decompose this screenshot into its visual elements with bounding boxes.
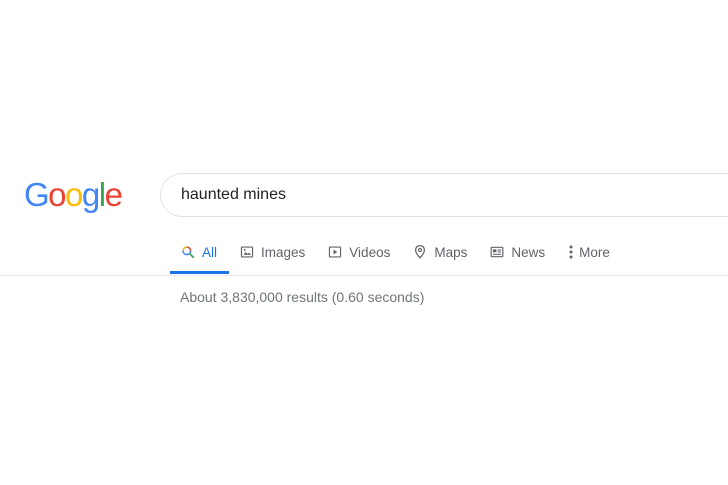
image-icon: [239, 244, 255, 260]
logo-letter: o: [65, 176, 83, 213]
search-results-page: Google All I: [0, 0, 728, 485]
video-icon: [327, 244, 343, 260]
logo-letter: G: [24, 176, 50, 213]
search-box[interactable]: [160, 173, 728, 217]
tab-videos-label: Videos: [349, 244, 391, 260]
tabs-divider: [0, 275, 728, 276]
google-logo[interactable]: Google: [24, 176, 123, 213]
tab-images[interactable]: Images: [229, 232, 317, 272]
more-vert-icon: [567, 244, 575, 260]
search-input[interactable]: [181, 174, 701, 216]
logo-letter: e: [104, 176, 123, 213]
map-pin-icon: [412, 244, 428, 260]
logo-letter: g: [81, 176, 100, 213]
logo-letter: o: [48, 176, 66, 213]
tab-images-label: Images: [261, 244, 306, 260]
tab-news[interactable]: News: [479, 232, 557, 272]
tab-maps[interactable]: Maps: [402, 232, 479, 272]
tab-videos[interactable]: Videos: [317, 232, 402, 272]
search-icon: [180, 244, 196, 260]
tab-maps-label: Maps: [434, 244, 468, 260]
news-icon: [489, 244, 505, 260]
tab-more-label: More: [579, 244, 610, 260]
tab-more[interactable]: More: [557, 232, 622, 272]
tab-news-label: News: [511, 244, 546, 260]
result-stats: About 3,830,000 results (0.60 seconds): [180, 289, 425, 305]
tab-all[interactable]: All: [170, 232, 230, 274]
tab-all-label: All: [202, 244, 218, 260]
search-tabs: All Images Videos Maps News More: [170, 232, 622, 275]
